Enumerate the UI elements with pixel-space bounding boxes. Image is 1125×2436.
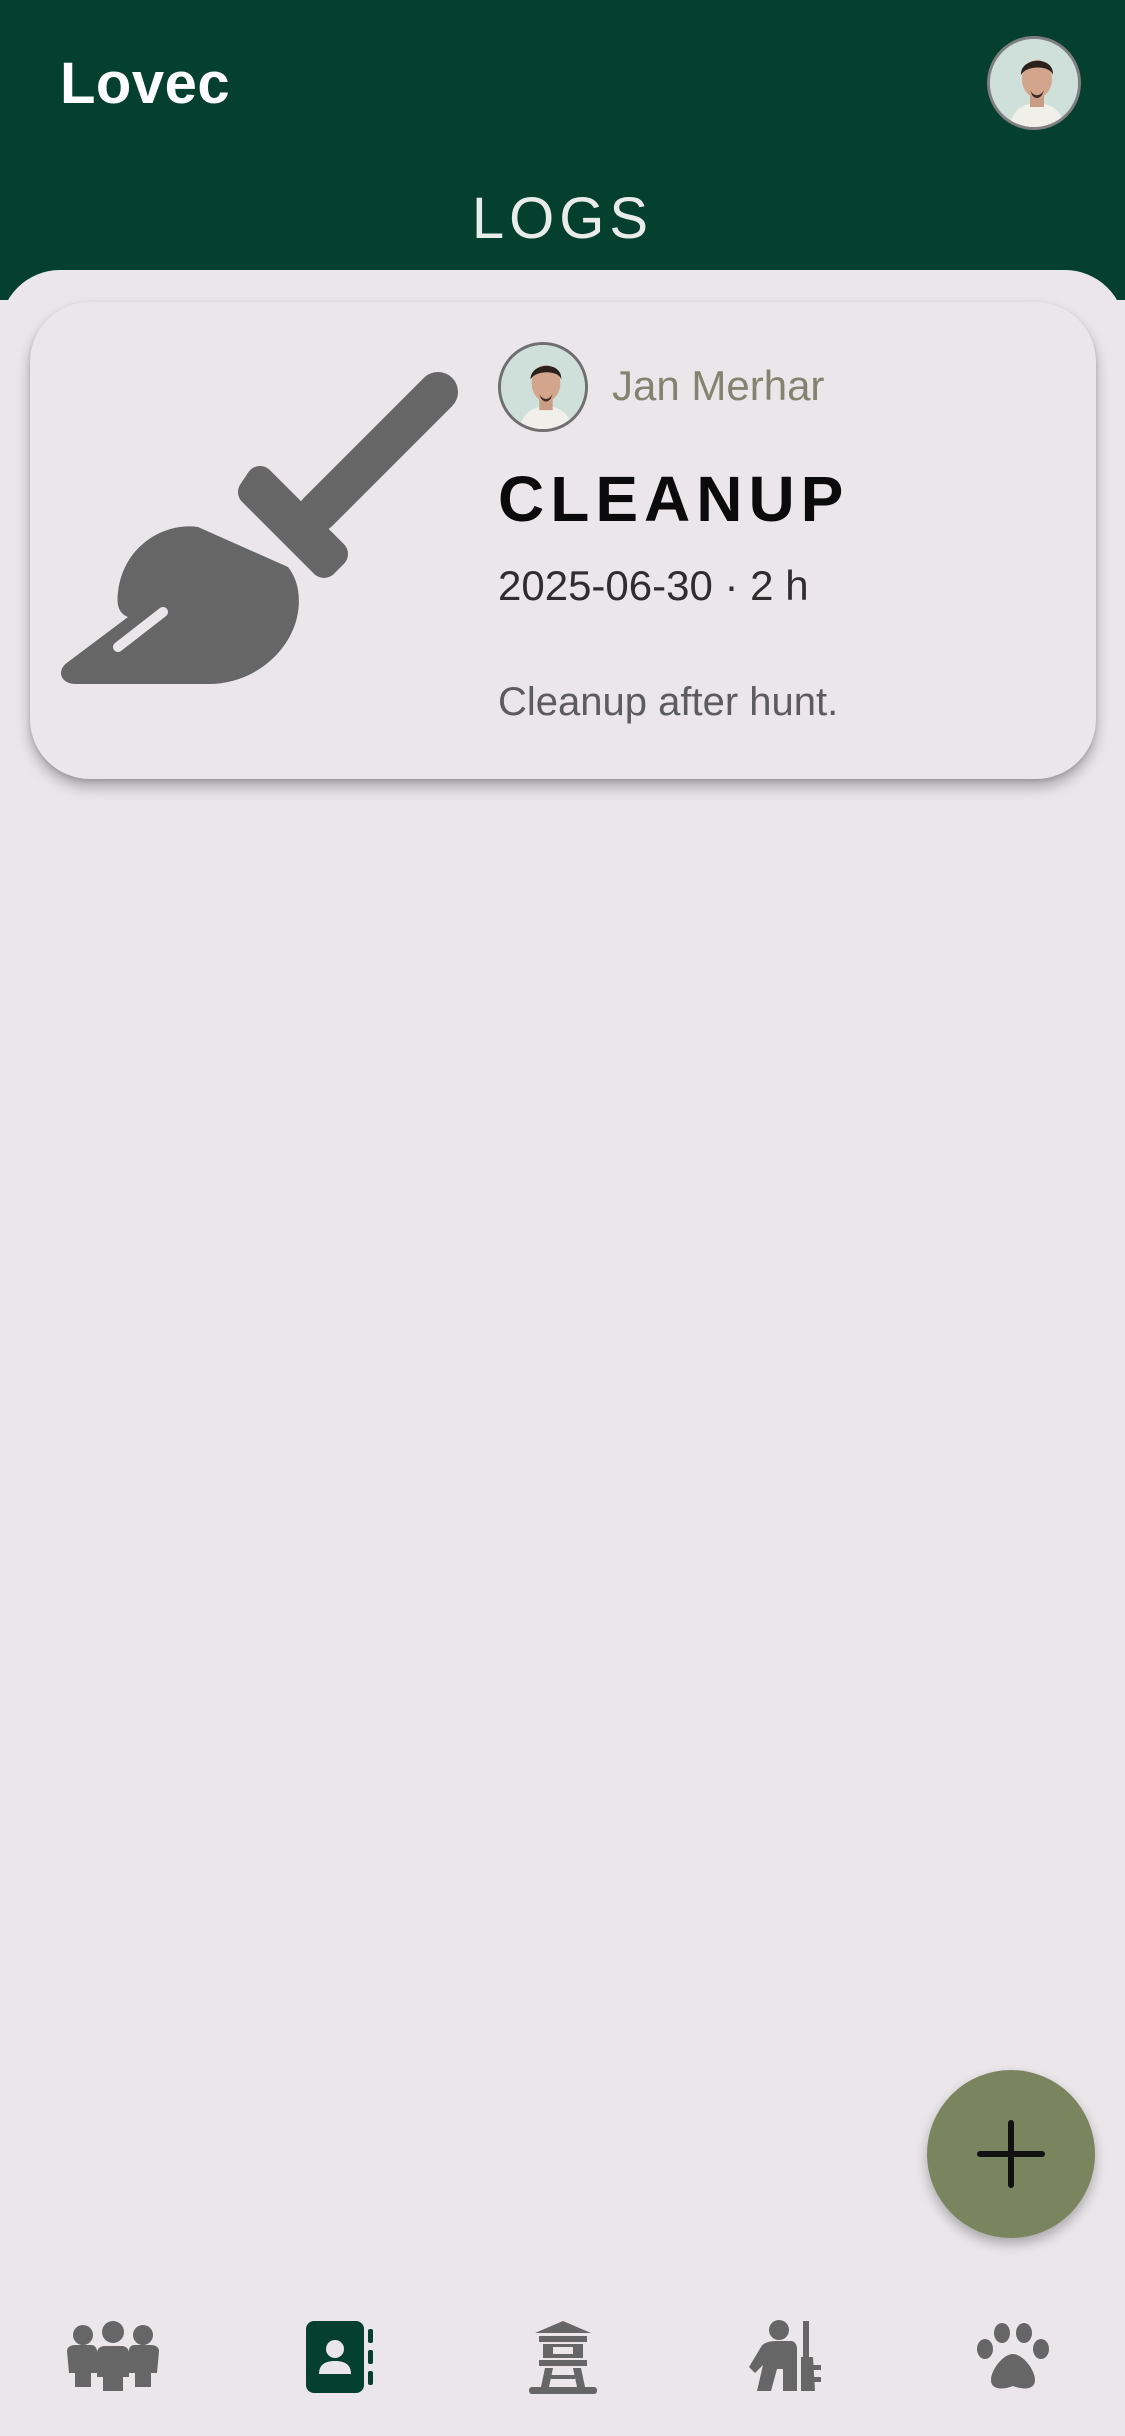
- group-icon: [67, 2321, 159, 2391]
- log-type-title: CLEANUP: [498, 463, 850, 535]
- bottom-navigation: [0, 2268, 1125, 2436]
- contacts-book-icon: [306, 2321, 373, 2393]
- hunting-tower-icon: [529, 2321, 597, 2394]
- owner-avatar: [498, 342, 588, 432]
- page-title: LOGS: [471, 186, 654, 251]
- nav-animals[interactable]: [958, 2312, 1068, 2402]
- user-avatar[interactable]: [987, 36, 1081, 130]
- log-date-duration: 2025-06-30 · 2 h: [498, 562, 809, 609]
- nav-logs[interactable]: [285, 2312, 395, 2402]
- owner-name: Jan Merhar: [612, 362, 825, 409]
- plus-icon: [977, 2120, 1045, 2188]
- hunter-rifle-icon: [749, 2320, 821, 2391]
- log-description: Cleanup after hunt.: [498, 680, 839, 724]
- avatar-portrait-icon: [990, 39, 1078, 127]
- nav-hunters[interactable]: [732, 2312, 842, 2402]
- nav-towers[interactable]: [508, 2312, 618, 2402]
- paw-icon: [977, 2323, 1049, 2389]
- nav-members[interactable]: [58, 2312, 168, 2402]
- app-header: Lovec LOGS: [0, 0, 1125, 300]
- app-title: Lovec: [60, 51, 231, 116]
- broom-icon: [61, 372, 458, 684]
- add-log-button[interactable]: [927, 2070, 1095, 2238]
- avatar-portrait-icon: [501, 345, 585, 429]
- log-card[interactable]: Jan Merhar CLEANUP 2025-06-30 · 2 h Clea…: [30, 302, 1096, 779]
